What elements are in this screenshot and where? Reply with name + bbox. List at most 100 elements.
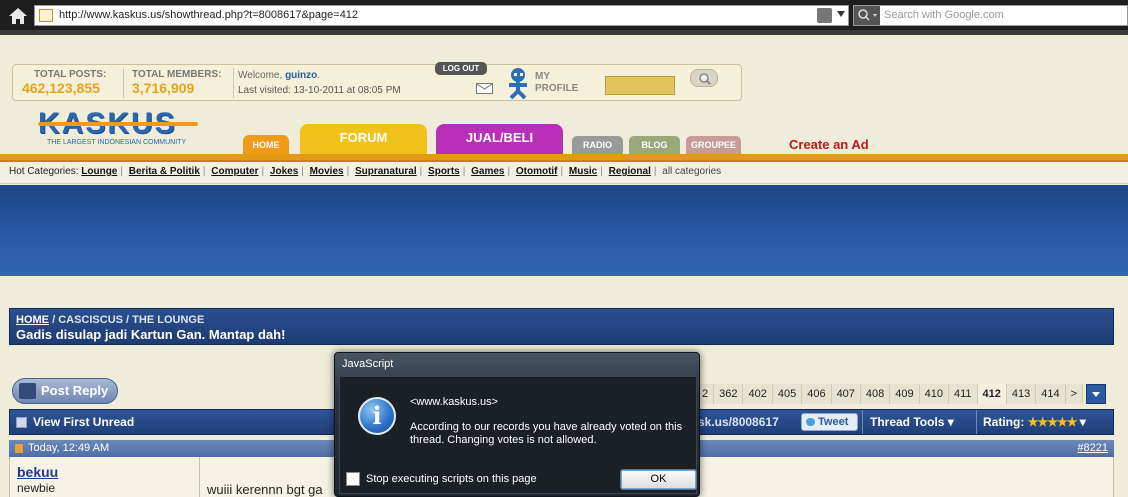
next-page-link[interactable]: > — [1065, 384, 1084, 404]
tweet-label: Tweet — [818, 416, 849, 428]
tab-groupee[interactable]: GROUPEE — [686, 136, 741, 155]
page-link[interactable]: 362 — [714, 384, 744, 404]
view-first-unread-icon — [16, 417, 27, 428]
rating-stars-icon: ★★★★★ — [1027, 415, 1078, 429]
search-icon[interactable] — [690, 69, 718, 87]
category-link-movies[interactable]: Movies — [310, 166, 344, 177]
my-profile-link[interactable]: MY PROFILE — [535, 71, 578, 95]
profile-label-line2: PROFILE — [535, 83, 579, 94]
thread-title: Gadis disulap jadi Kartun Gan. Mantap da… — [16, 327, 286, 342]
dialog-content: i <www.kaskus.us> According to our recor… — [339, 376, 697, 494]
search-bar[interactable]: Search with Google.com — [853, 5, 1128, 26]
page-link[interactable]: 414 — [1036, 384, 1066, 404]
page-link[interactable]: 405 — [772, 384, 803, 404]
mail-icon[interactable] — [476, 83, 493, 94]
thread-tools-label: Thread Tools — [870, 415, 945, 429]
tweet-button[interactable]: Tweet — [801, 413, 858, 431]
home-icon[interactable] — [8, 7, 28, 25]
page-link[interactable]: 407 — [831, 384, 861, 404]
create-ad-link[interactable]: Create an Ad — [789, 137, 869, 152]
welcome-prefix: Welcome, — [238, 70, 283, 81]
toolbar-separator — [976, 410, 977, 434]
breadcrumb-sep: / — [126, 314, 130, 326]
rss-icon[interactable] — [817, 8, 832, 23]
category-link-games[interactable]: Games — [471, 166, 504, 177]
address-bar[interactable]: http://www.kaskus.us/showthread.php?t=80… — [34, 5, 849, 26]
category-link-supranatural[interactable]: Supranatural — [355, 166, 417, 177]
url-text: http://www.kaskus.us/showthread.php?t=80… — [59, 9, 359, 21]
welcome-text: Welcome, guinzo. — [238, 70, 321, 81]
nav-underline — [0, 154, 1128, 162]
post-number-link[interactable]: #8221 — [1077, 442, 1108, 454]
toolbar-separator — [862, 410, 863, 434]
post-username[interactable]: bekuu — [17, 464, 58, 480]
stat-divider — [233, 68, 234, 98]
total-members-label: TOTAL MEMBERS: — [132, 69, 222, 80]
category-link-regional[interactable]: Regional — [609, 166, 651, 177]
current-page: 412 — [977, 384, 1007, 404]
search-engine-icon[interactable] — [854, 6, 880, 25]
dialog-message: According to our records you have alread… — [410, 421, 683, 446]
thread-tools-menu[interactable]: Thread Tools ▾ — [870, 415, 954, 429]
logo-tagline: THE LARGEST INDONESIAN COMMUNITY — [47, 139, 187, 146]
javascript-alert-dialog: JavaScript i <www.kaskus.us> According t… — [334, 352, 700, 497]
total-members-value: 3,716,909 — [132, 80, 195, 96]
logo-swoosh — [38, 122, 198, 126]
tab-radio[interactable]: RADIO — [572, 136, 623, 155]
breadcrumb-home[interactable]: HOME — [16, 314, 49, 326]
short-url[interactable]: sk.us/8008617 — [698, 415, 779, 429]
page-link[interactable]: 408 — [860, 384, 891, 404]
breadcrumb: HOME / CASCISCUS / THE LOUNGE Gadis disu… — [9, 308, 1114, 345]
stat-divider — [123, 68, 124, 98]
kaskus-logo[interactable]: KASKUS THE LARGEST INDONESIAN COMMUNITY — [38, 107, 198, 146]
total-members: TOTAL MEMBERS: 3,716,909 — [132, 69, 221, 96]
post-reply-button[interactable]: Post Reply — [12, 378, 118, 404]
breadcrumb-forum[interactable]: CASCISCUS — [58, 314, 123, 326]
tab-blog[interactable]: BLOG — [629, 136, 680, 155]
page-link[interactable]: 402 — [743, 384, 773, 404]
page-link[interactable]: 411 — [949, 384, 978, 404]
pagination: 2 362 402 405 406 407 408 409 410 411 41… — [697, 384, 1107, 404]
page-link[interactable]: 413 — [1006, 384, 1037, 404]
category-link-berita-politik[interactable]: Berita & Politik — [129, 166, 200, 177]
welcome-username[interactable]: guinzo — [285, 70, 317, 81]
tab-jual-beli[interactable]: JUAL/BELI — [436, 124, 563, 155]
category-link-music[interactable]: Music — [569, 166, 597, 177]
logout-button[interactable]: LOG OUT — [435, 62, 487, 75]
category-link-otomotif[interactable]: Otomotif — [516, 166, 558, 177]
toolbar-divider — [0, 30, 1128, 35]
page-link[interactable]: 410 — [919, 384, 949, 404]
profile-label-line1: MY — [535, 71, 550, 82]
stop-scripts-checkbox[interactable] — [346, 472, 360, 486]
hot-categories-bar: Hot Categories: Lounge | Berita & Politik… — [0, 162, 1128, 184]
category-link-computer[interactable]: Computer — [211, 166, 258, 177]
dialog-title: JavaScript — [342, 358, 394, 370]
all-categories-link[interactable]: all categories — [662, 166, 721, 177]
page-link[interactable]: 406 — [802, 384, 832, 404]
favicon-icon — [39, 9, 53, 22]
category-link-sports[interactable]: Sports — [428, 166, 460, 177]
search-placeholder: Search with Google.com — [884, 9, 1004, 21]
post-user-info: bekuu newbie — [10, 457, 200, 497]
url-dropdown-icon[interactable] — [837, 11, 845, 17]
browser-toolbar: http://www.kaskus.us/showthread.php?t=80… — [0, 0, 1128, 30]
stop-scripts-label[interactable]: Stop executing scripts on this page — [366, 473, 537, 485]
site-search-input[interactable] — [605, 76, 675, 95]
breadcrumb-sep: / — [52, 314, 56, 326]
tab-home[interactable]: HOME — [243, 135, 289, 155]
profile-avatar-icon[interactable] — [501, 67, 535, 100]
total-posts-label: TOTAL POSTS: — [34, 69, 107, 80]
category-link-lounge[interactable]: Lounge — [81, 166, 117, 177]
tab-forum[interactable]: FORUM — [300, 124, 427, 155]
category-link-jokes[interactable]: Jokes — [270, 166, 298, 177]
info-icon: i — [358, 397, 396, 435]
ok-button[interactable]: OK — [620, 469, 697, 490]
total-posts: TOTAL POSTS: 462,123,855 — [22, 69, 106, 96]
rating-menu[interactable]: Rating: ★★★★★ ▾ — [983, 415, 1086, 429]
page-jump-dropdown-icon[interactable] — [1086, 384, 1107, 404]
post-user-title: newbie — [17, 481, 56, 495]
ad-banner[interactable] — [0, 185, 1128, 276]
breadcrumb-subforum[interactable]: THE LOUNGE — [132, 314, 204, 326]
view-first-unread-link[interactable]: View First Unread — [33, 415, 134, 429]
page-link[interactable]: 409 — [890, 384, 920, 404]
